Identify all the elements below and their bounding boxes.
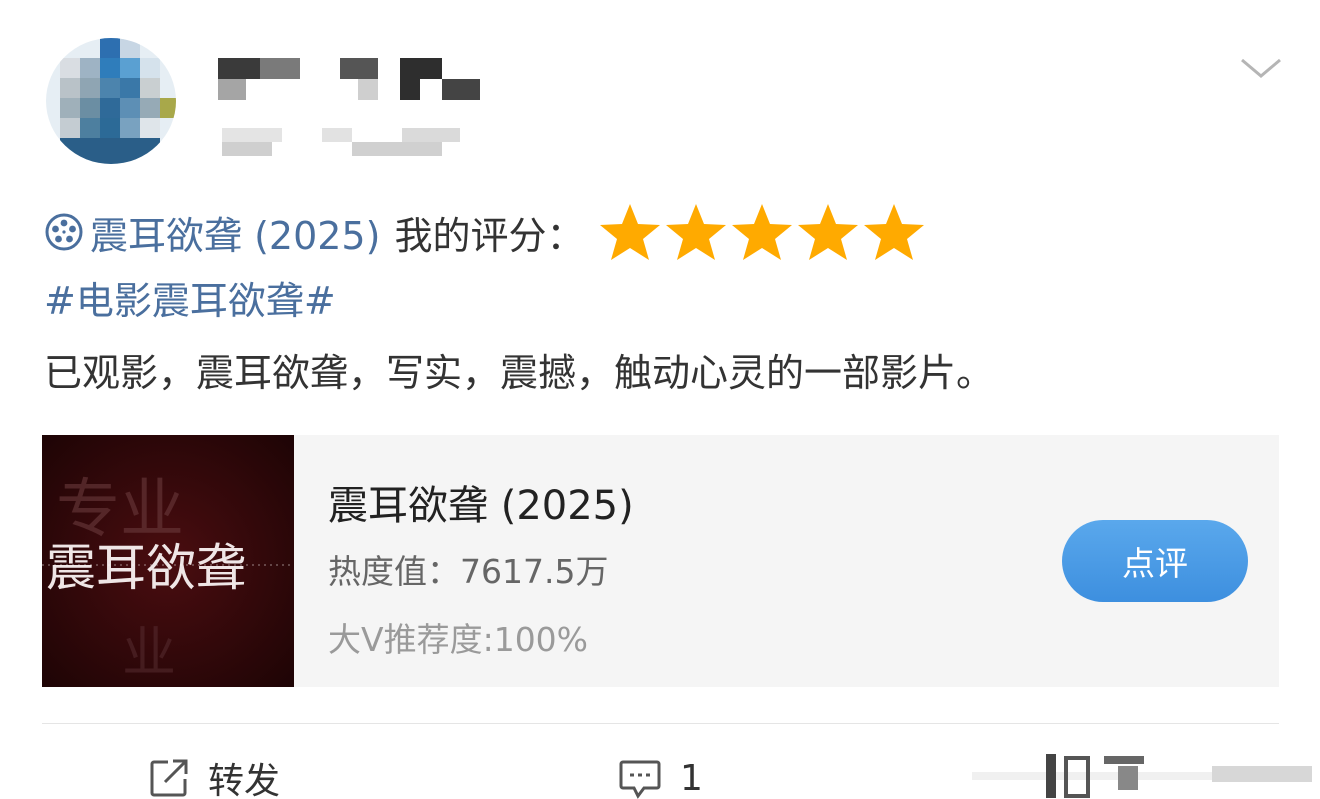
recommend-rate: 大V推荐度:100% — [328, 620, 589, 659]
star-icon — [864, 204, 925, 260]
divider — [42, 723, 1279, 724]
heat-value: 热度值：7617.5万 — [328, 552, 609, 591]
rating-label: 我的评分： — [394, 213, 585, 258]
film-link-text[interactable]: 震耳欲聋 (2025) — [90, 205, 380, 260]
film-link[interactable]: 震耳欲聋 (2025) — [44, 205, 380, 260]
svg-text:震耳欲聋: 震耳欲聋 — [46, 539, 246, 597]
movie-card[interactable]: 专业 震耳欲聋 业 震耳欲聋 (2025) 热度值：7617.5万 大V推荐度:… — [42, 435, 1279, 687]
star-icon — [732, 204, 793, 260]
rating-stars — [598, 202, 928, 262]
chevron-down-icon[interactable] — [1238, 52, 1284, 82]
movie-poster[interactable]: 专业 震耳欲聋 业 — [42, 435, 294, 687]
svg-text:业: 业 — [122, 621, 176, 684]
post-meta-blurred — [212, 124, 462, 156]
film-rating-line: 震耳欲聋 (2025) 我的评分： — [44, 202, 928, 262]
username-blurred[interactable] — [218, 58, 483, 100]
hashtag-link[interactable]: #电影震耳欲聋# — [44, 270, 336, 325]
star-icon — [666, 204, 727, 260]
review-button[interactable]: 点评 — [1062, 520, 1248, 602]
comment-icon — [619, 760, 661, 799]
comment-button[interactable]: 1 — [618, 750, 703, 799]
repost-button[interactable]: 转发 — [148, 750, 280, 799]
star-icon — [798, 204, 859, 260]
avatar[interactable] — [46, 38, 176, 164]
star-icon — [600, 204, 661, 260]
comment-count: 1 — [680, 757, 703, 799]
share-icon — [150, 759, 188, 797]
post-text: 已观影，震耳欲聋，写实，震撼，触动心灵的一部影片。 — [44, 351, 995, 395]
svg-text:专业: 专业 — [56, 473, 184, 547]
movie-title[interactable]: 震耳欲聋 (2025) — [328, 473, 634, 531]
film-reel-icon — [45, 213, 83, 251]
repost-label: 转发 — [208, 761, 281, 799]
like-icon[interactable] — [972, 752, 1312, 799]
poster-artwork: 专业 震耳欲聋 业 — [42, 435, 294, 687]
